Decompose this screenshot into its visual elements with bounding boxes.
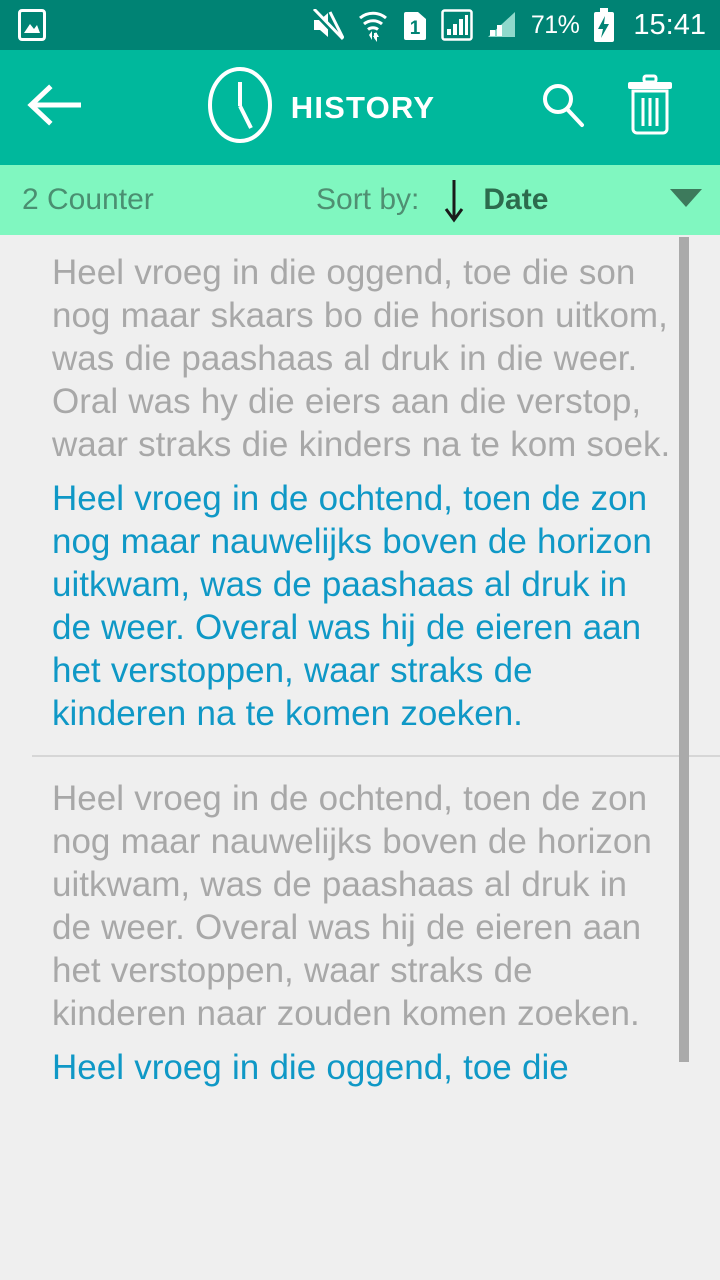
search-icon: [538, 84, 588, 134]
battery-charging-icon: [592, 8, 616, 42]
wifi-icon: [357, 8, 389, 42]
image-placeholder-icon: [18, 9, 46, 41]
search-button[interactable]: [538, 80, 588, 135]
vertical-scrollbar[interactable]: [679, 237, 689, 1062]
status-bar-clock: 15:41: [633, 8, 706, 41]
sort-value-label: Date: [483, 183, 549, 216]
history-target-text: Heel vroeg in die oggend, toe die: [52, 1048, 569, 1087]
sort-by-label: Sort by:: [316, 183, 420, 216]
history-source-text: Heel vroeg in die oggend, toe die son no…: [52, 253, 671, 464]
sim1-icon: 1: [402, 9, 428, 41]
mute-icon: [310, 9, 344, 41]
history-target-text: Heel vroeg in de ochtend, toen de zon no…: [52, 479, 652, 733]
status-bar-left: [18, 9, 46, 41]
list-item[interactable]: Heel vroeg in de ochtend, toen de zon no…: [0, 757, 720, 1089]
signal-icon: [441, 9, 473, 41]
list-item[interactable]: Heel vroeg in die oggend, toe die son no…: [0, 235, 720, 755]
item-gap: [0, 757, 720, 777]
item-gap: [0, 735, 720, 755]
chevron-down-icon: [670, 188, 702, 213]
back-arrow-icon: [23, 83, 85, 132]
status-bar-right: 1 71% 15:41: [310, 8, 706, 42]
trash-icon: [624, 74, 676, 140]
back-button[interactable]: [4, 83, 104, 132]
counter-label: 2 Counter: [22, 183, 154, 216]
arrow-down-icon[interactable]: [441, 176, 467, 224]
clock-icon: [207, 66, 273, 149]
history-list[interactable]: Heel vroeg in die oggend, toe die son no…: [0, 235, 720, 1280]
battery-percent-label: 71%: [530, 10, 580, 39]
history-source-text: Heel vroeg in de ochtend, toen de zon no…: [52, 779, 652, 1033]
sort-control[interactable]: Sort by: Date: [316, 165, 548, 235]
signal-secondary-icon: [486, 9, 518, 41]
app-bar: HISTORY: [0, 50, 720, 165]
svg-text:1: 1: [410, 18, 421, 39]
status-bar: 1 71% 15:41: [0, 0, 720, 50]
delete-button[interactable]: [624, 74, 676, 141]
text-gap: [0, 466, 720, 477]
app-bar-title-group: HISTORY: [104, 66, 538, 149]
sort-dropdown-button[interactable]: [670, 165, 702, 235]
text-gap: [0, 1035, 720, 1046]
app-bar-actions: [538, 74, 676, 141]
sort-bar: 2 Counter Sort by: Date: [0, 165, 720, 235]
page-title: HISTORY: [290, 89, 436, 125]
